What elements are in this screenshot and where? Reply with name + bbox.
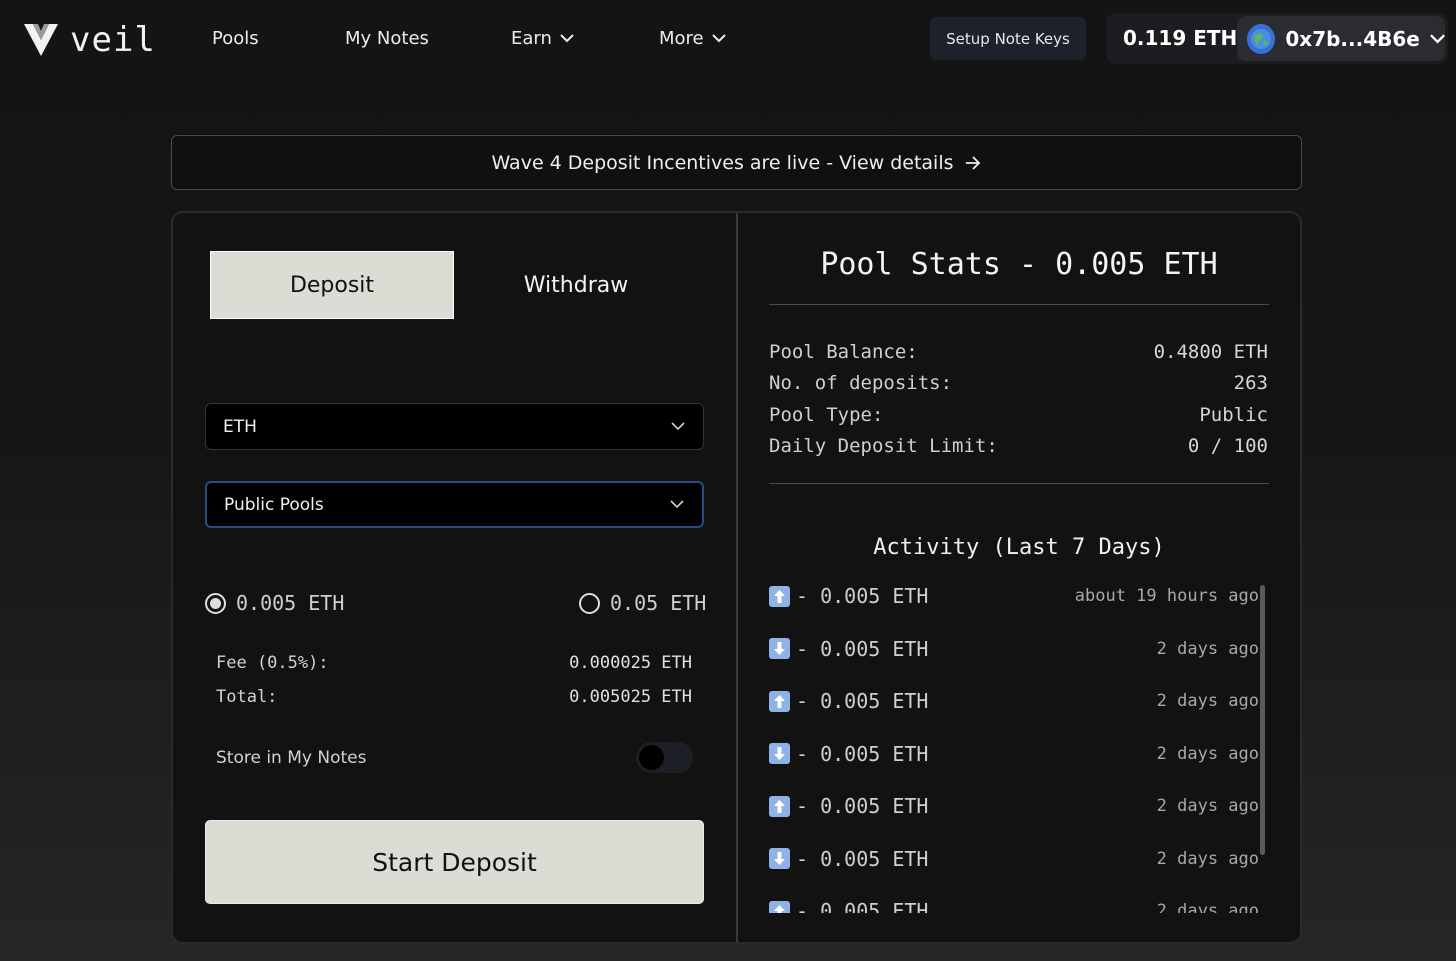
arrow-up-icon [769, 900, 790, 913]
total-value: 0.005025 ETH [569, 687, 692, 707]
asset-select-value: ETH [223, 416, 257, 437]
activity-time: 2 days ago [1156, 638, 1259, 659]
arrow-down-icon [769, 743, 790, 764]
stats-divider-top [769, 304, 1269, 305]
wallet-widget: 0.119 ETH 0x7b...4B6e [1106, 13, 1448, 64]
tab-withdraw[interactable]: Withdraw [454, 251, 698, 319]
arrow-up-icon [769, 795, 790, 817]
nav-link-my-notes[interactable]: My Notes [345, 28, 429, 49]
activity-amount: - 0.005 ETH [796, 846, 929, 871]
stat-value-daily-limit: 0 / 100 [1187, 435, 1268, 457]
stats-divider-bottom [769, 483, 1269, 484]
total-label: Total: [216, 687, 278, 707]
activity-time: 2 days ago [1156, 691, 1259, 711]
nav-link-label: More [659, 28, 704, 49]
pool-select-value: Public Pools [224, 494, 324, 515]
activity-amount: - 0.005 ETH [796, 689, 929, 713]
asset-select[interactable]: ETH [205, 403, 704, 450]
nav-link-label: Earn [511, 28, 552, 49]
activity-row: - 0.005 ETH 2 days ago [769, 634, 1259, 664]
activity-time: 2 days ago [1156, 901, 1259, 913]
nav-link-label: Pools [212, 28, 259, 49]
radio-selected[interactable] [205, 592, 226, 614]
pool-stats-title: Pool Stats - 0.005 ETH [820, 247, 1218, 282]
stat-label-pool-balance: Pool Balance: [769, 341, 918, 363]
incentives-banner[interactable]: Wave 4 Deposit Incentives are live - Vie… [171, 135, 1302, 190]
nav-link-pools[interactable]: Pools [212, 28, 259, 49]
activity-row: - 0.005 ETH 2 days ago [769, 844, 1259, 874]
stat-label-deposits: No. of deposits: [769, 372, 953, 394]
arrow-right-icon [965, 155, 980, 170]
start-deposit-button[interactable]: Start Deposit [205, 820, 704, 904]
nav-link-more[interactable]: More [659, 28, 726, 49]
banner-text: Wave 4 Deposit Incentives are live - Vie… [491, 151, 954, 174]
amount-option-0005[interactable]: 0.005 ETH [205, 591, 344, 615]
fee-label: Fee (0.5%): [216, 653, 329, 673]
stat-label-daily-limit: Daily Deposit Limit: [769, 435, 998, 457]
arrow-up-icon [769, 690, 790, 712]
activity-amount: - 0.005 ETH [796, 741, 929, 766]
tab-label: Deposit [289, 272, 375, 298]
setup-note-keys-button[interactable]: Setup Note Keys [930, 17, 1086, 60]
activity-time: 2 days ago [1156, 796, 1259, 816]
amount-option-label: 0.05 ETH [610, 591, 707, 615]
account-button[interactable]: 0x7b...4B6e [1237, 16, 1445, 61]
arrow-down-icon [769, 848, 790, 869]
fee-value: 0.000025 ETH [569, 653, 692, 673]
activity-time: about 19 hours ago [1074, 586, 1259, 606]
activity-row: - 0.005 ETH 2 days ago [769, 739, 1259, 769]
activity-scrollbar[interactable] [1260, 585, 1265, 855]
chevron-down-icon [670, 500, 684, 509]
activity-row: - 0.005 ETH 2 days ago [769, 686, 1259, 716]
arrow-down-icon [769, 638, 790, 659]
radio-unselected[interactable] [579, 592, 600, 614]
store-notes-toggle[interactable] [636, 742, 693, 773]
brand-name: veil [70, 20, 156, 60]
activity-title: Activity (Last 7 Days) [873, 535, 1165, 560]
amount-option-label: 0.005 ETH [236, 591, 345, 615]
wallet-balance: 0.119 ETH [1123, 26, 1238, 50]
activity-amount: - 0.005 ETH [796, 636, 929, 661]
stat-value-deposits: 263 [1233, 372, 1268, 394]
activity-row: - 0.005 ETH 2 days ago [769, 896, 1259, 913]
activity-row: - 0.005 ETH 2 days ago [769, 791, 1259, 821]
panel-divider [736, 213, 738, 942]
pool-type-select[interactable]: Public Pools [205, 481, 704, 528]
nav-link-earn[interactable]: Earn [511, 28, 574, 49]
amount-option-005[interactable]: 0.05 ETH [579, 591, 706, 615]
tab-label: Withdraw [523, 272, 629, 298]
globe-icon [1247, 23, 1276, 54]
activity-time: 2 days ago [1156, 743, 1259, 764]
activity-amount: - 0.005 ETH [796, 584, 929, 608]
store-notes-label: Store in My Notes [216, 748, 367, 768]
activity-row: - 0.005 ETH about 19 hours ago [769, 581, 1259, 611]
tab-deposit[interactable]: Deposit [210, 251, 454, 319]
stat-label-pool-type: Pool Type: [769, 404, 884, 426]
chevron-down-icon [1430, 33, 1445, 43]
stat-value-pool-type: Public [1199, 404, 1268, 426]
pool-card: Deposit Withdraw ETH Public Pools 0.005 … [171, 211, 1302, 944]
activity-amount: - 0.005 ETH [796, 794, 929, 818]
top-nav: veil Pools My Notes Earn More Setup Note… [0, 0, 1456, 80]
activity-time: 2 days ago [1156, 848, 1259, 869]
chevron-down-icon [671, 422, 685, 431]
arrow-up-icon [769, 585, 790, 607]
activity-list[interactable]: - 0.005 ETH about 19 hours ago - 0.005 ETH… [769, 581, 1259, 913]
wallet-address: 0x7b...4B6e [1285, 26, 1420, 51]
veil-logo-icon [24, 24, 58, 56]
brand-logo[interactable]: veil [22, 20, 156, 60]
chevron-down-icon [711, 34, 726, 43]
nav-link-label: My Notes [345, 28, 429, 49]
activity-amount: - 0.005 ETH [796, 899, 929, 913]
chevron-down-icon [560, 34, 574, 43]
stat-value-pool-balance: 0.4800 ETH [1153, 341, 1268, 363]
